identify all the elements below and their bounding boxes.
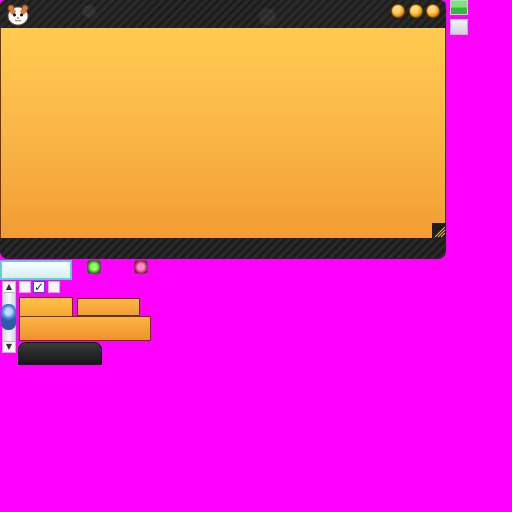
window-status-bar (0, 238, 446, 259)
checkbox-unchecked-alt[interactable] (48, 281, 60, 293)
close-orb-button[interactable] (426, 4, 440, 18)
dark-button[interactable] (18, 342, 102, 365)
minimize-orb-button[interactable] (391, 4, 405, 18)
checkbox-unchecked[interactable] (19, 281, 31, 293)
green-led-icon (87, 260, 101, 274)
checkbox-checked[interactable]: ✓ (33, 281, 45, 293)
window-client-area (0, 28, 446, 238)
tab-inactive[interactable] (77, 298, 140, 316)
hamster-icon (6, 2, 30, 26)
tab-panel (19, 316, 151, 341)
window-title-bar[interactable] (0, 0, 446, 28)
resize-grip-icon[interactable] (432, 223, 446, 238)
text-input[interactable] (0, 260, 72, 280)
maximize-orb-button[interactable] (409, 4, 423, 18)
scroll-up-button[interactable]: ▲ (2, 281, 16, 293)
gray-state-chip (450, 19, 468, 35)
green-state-chip (450, 0, 468, 15)
scroll-down-button[interactable]: ▼ (2, 341, 16, 353)
red-led-icon (134, 260, 148, 274)
scrollbar-thumb[interactable] (1, 304, 16, 330)
